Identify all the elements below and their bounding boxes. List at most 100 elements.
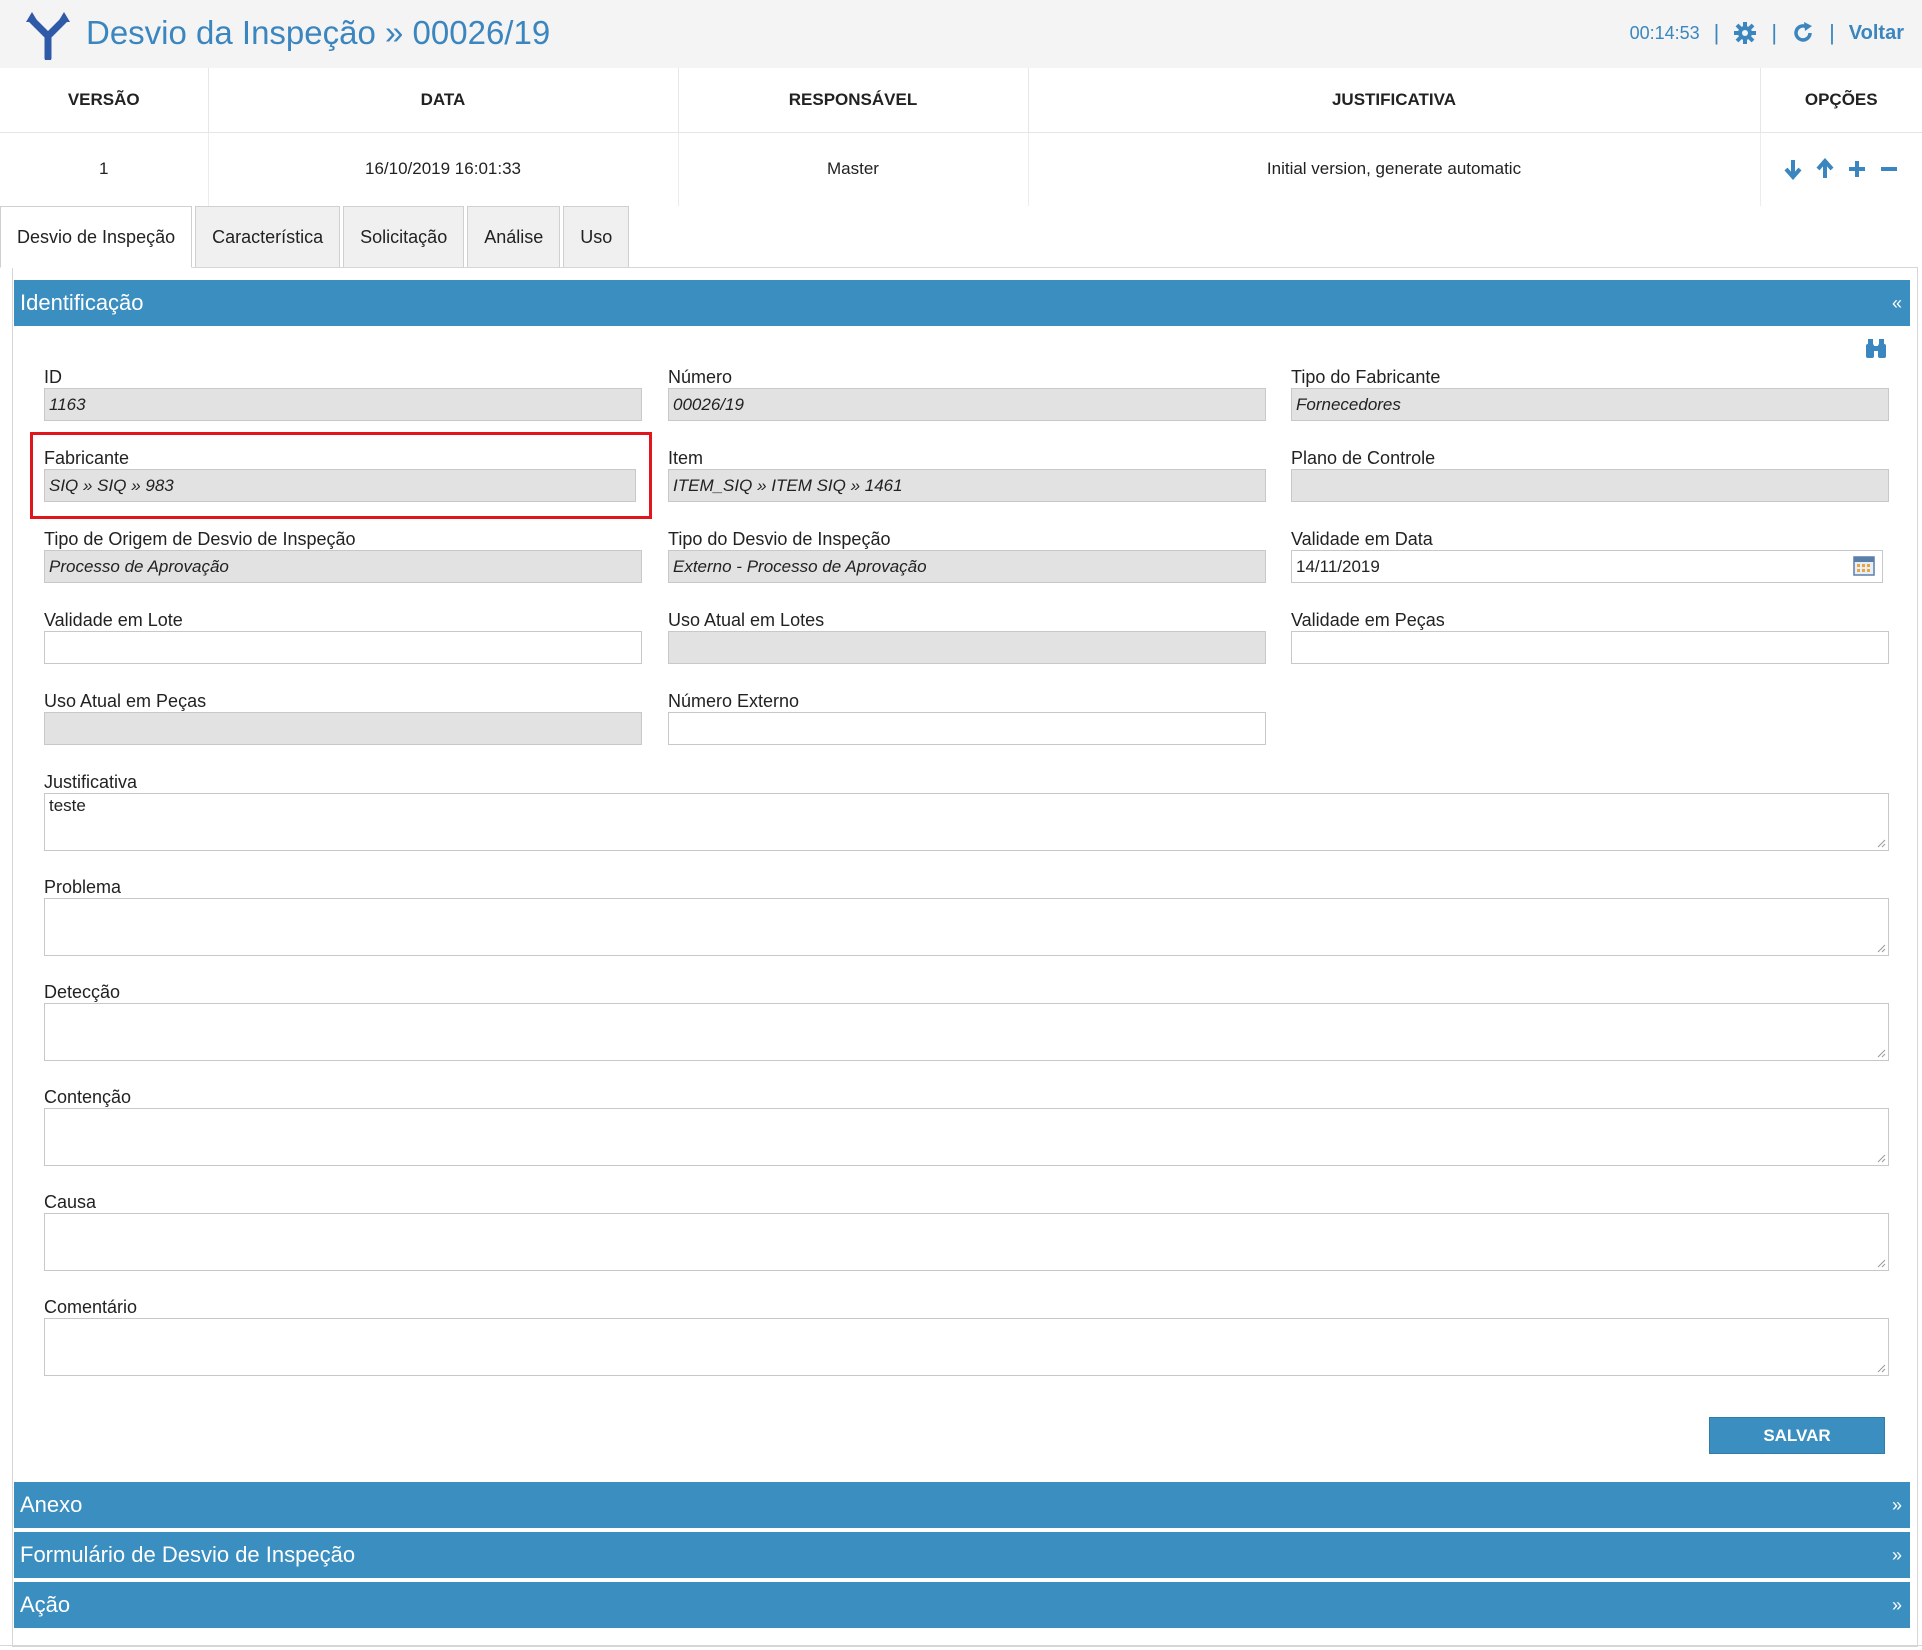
validade-lote-input[interactable] bbox=[44, 631, 642, 664]
justificativa-value: teste bbox=[49, 796, 86, 815]
resize-grip-icon[interactable] bbox=[1876, 838, 1886, 848]
col-opcoes: OPÇÕES bbox=[1760, 68, 1922, 133]
binoculars-icon[interactable] bbox=[1864, 338, 1888, 360]
cell-data: 16/10/2019 16:01:33 bbox=[208, 132, 679, 206]
problema-label: Problema bbox=[44, 877, 122, 897]
deteccao-textarea[interactable] bbox=[44, 1003, 1889, 1061]
table-header-row: VERSÃO DATA RESPONSÁVEL JUSTIFICATIVA OP… bbox=[0, 68, 1922, 133]
arrow-down-icon[interactable] bbox=[1782, 158, 1804, 181]
validade-pecas-label: Validade em Peças bbox=[1291, 610, 1445, 630]
fork-logo-icon bbox=[26, 12, 70, 60]
deteccao-label: Detecção bbox=[44, 982, 121, 1002]
section-title: Identificação bbox=[20, 290, 144, 315]
numero-externo-input[interactable] bbox=[668, 712, 1266, 745]
item-label: Item bbox=[668, 448, 704, 468]
validade-pecas-input[interactable] bbox=[1291, 631, 1889, 664]
numero-input: 00026/19 bbox=[668, 388, 1266, 421]
section-anexo[interactable]: Anexo » bbox=[14, 1482, 1910, 1528]
separator: | bbox=[1829, 20, 1835, 45]
col-data: DATA bbox=[208, 68, 679, 133]
tipo-desvio-label: Tipo do Desvio de Inspeção bbox=[668, 529, 891, 549]
tab-caracteristica[interactable]: Característica bbox=[195, 206, 341, 268]
resize-grip-icon[interactable] bbox=[1876, 1153, 1886, 1163]
col-versao: VERSÃO bbox=[0, 68, 209, 133]
justificativa-label: Justificativa bbox=[44, 772, 138, 792]
plano-controle-label: Plano de Controle bbox=[1291, 448, 1436, 468]
field-fabricante: Fabricante SIQ » SIQ » 983 bbox=[44, 447, 636, 502]
session-timer: 00:14:53 bbox=[1629, 22, 1700, 43]
back-link[interactable]: Voltar bbox=[1849, 22, 1904, 45]
field-plano-controle: Plano de Controle bbox=[1291, 447, 1889, 502]
uso-atual-lotes-input bbox=[668, 631, 1266, 664]
fabricante-input: SIQ » SIQ » 983 bbox=[44, 469, 636, 502]
numero-label: Número bbox=[668, 367, 733, 387]
tipo-fabricante-label: Tipo do Fabricante bbox=[1291, 367, 1441, 387]
field-comentario: Comentário bbox=[44, 1296, 1889, 1376]
problema-textarea[interactable] bbox=[44, 898, 1889, 956]
field-id: ID 1163 bbox=[44, 366, 642, 421]
field-item: Item ITEM_SIQ » ITEM SIQ » 1461 bbox=[668, 447, 1266, 502]
resize-grip-icon[interactable] bbox=[1876, 1363, 1886, 1373]
section-title: Formulário de Desvio de Inspeção bbox=[20, 1542, 356, 1567]
causa-textarea[interactable] bbox=[44, 1213, 1889, 1271]
tipo-origem-label: Tipo de Origem de Desvio de Inspeção bbox=[44, 529, 356, 549]
justificativa-textarea[interactable]: teste bbox=[44, 793, 1889, 851]
field-numero-externo: Número Externo bbox=[668, 690, 1266, 745]
cell-versao: 1 bbox=[0, 132, 209, 206]
fabricante-label: Fabricante bbox=[44, 448, 130, 468]
col-responsavel: RESPONSÁVEL bbox=[678, 68, 1029, 133]
tab-analise[interactable]: Análise bbox=[467, 206, 561, 268]
field-problema: Problema bbox=[44, 876, 1889, 956]
section-acao[interactable]: Ação » bbox=[14, 1582, 1910, 1628]
field-justificativa: Justificativa teste bbox=[44, 771, 1889, 851]
field-contencao: Contenção bbox=[44, 1086, 1889, 1166]
minus-icon[interactable] bbox=[1878, 158, 1900, 180]
validade-data-input[interactable]: 14/11/2019 bbox=[1291, 550, 1883, 583]
field-tipo-origem: Tipo de Origem de Desvio de Inspeção Pro… bbox=[44, 528, 642, 583]
save-button[interactable]: SALVAR bbox=[1709, 1417, 1885, 1454]
cell-opcoes bbox=[1760, 132, 1922, 206]
divider bbox=[0, 1645, 1922, 1646]
resize-grip-icon[interactable] bbox=[1876, 943, 1886, 953]
validade-data-label: Validade em Data bbox=[1291, 529, 1433, 549]
item-input: ITEM_SIQ » ITEM SIQ » 1461 bbox=[668, 469, 1266, 502]
plano-controle-input bbox=[1291, 469, 1889, 502]
comentario-textarea[interactable] bbox=[44, 1318, 1889, 1376]
resize-grip-icon[interactable] bbox=[1876, 1048, 1886, 1058]
field-deteccao: Detecção bbox=[44, 981, 1889, 1061]
contencao-textarea[interactable] bbox=[44, 1108, 1889, 1166]
uso-atual-pecas-input bbox=[44, 712, 642, 745]
page-title: Desvio da Inspeção » 00026/19 bbox=[86, 14, 551, 51]
refresh-icon[interactable] bbox=[1791, 21, 1815, 45]
tab-solicitacao[interactable]: Solicitação bbox=[343, 206, 465, 268]
calendar-icon[interactable] bbox=[1853, 556, 1875, 576]
contencao-label: Contenção bbox=[44, 1087, 132, 1107]
field-uso-atual-lotes: Uso Atual em Lotes bbox=[668, 609, 1266, 664]
tipo-fabricante-input: Fornecedores bbox=[1291, 388, 1889, 421]
collapse-icon: « bbox=[1891, 292, 1902, 313]
tab-uso[interactable]: Uso bbox=[563, 206, 630, 268]
field-tipo-desvio: Tipo do Desvio de Inspeção Externo - Pro… bbox=[668, 528, 1266, 583]
id-input: 1163 bbox=[44, 388, 642, 421]
uso-atual-lotes-label: Uso Atual em Lotes bbox=[668, 610, 825, 630]
section-identificacao[interactable]: Identificação « bbox=[14, 280, 1910, 326]
settings-icon[interactable] bbox=[1733, 21, 1757, 45]
numero-externo-label: Número Externo bbox=[668, 691, 800, 711]
top-header: Desvio da Inspeção » 00026/19 00:14:53 |… bbox=[0, 0, 1922, 68]
field-uso-atual-pecas: Uso Atual em Peças bbox=[44, 690, 642, 745]
field-numero: Número 00026/19 bbox=[668, 366, 1266, 421]
tab-desvio-inspecao[interactable]: Desvio de Inspeção bbox=[0, 206, 193, 268]
validade-lote-label: Validade em Lote bbox=[44, 610, 183, 630]
separator: | bbox=[1771, 20, 1778, 45]
plus-icon[interactable] bbox=[1846, 158, 1868, 180]
causa-label: Causa bbox=[44, 1192, 97, 1212]
section-formulario[interactable]: Formulário de Desvio de Inspeção » bbox=[14, 1532, 1910, 1578]
col-justificativa: JUSTIFICATIVA bbox=[1028, 68, 1761, 133]
resize-grip-icon[interactable] bbox=[1876, 1258, 1886, 1268]
id-label: ID bbox=[44, 367, 62, 387]
arrow-up-icon[interactable] bbox=[1814, 158, 1836, 180]
version-table: VERSÃO DATA RESPONSÁVEL JUSTIFICATIVA OP… bbox=[0, 68, 1922, 206]
table-row[interactable]: 1 16/10/2019 16:01:33 Master Initial ver… bbox=[0, 132, 1922, 206]
field-validade-lote: Validade em Lote bbox=[44, 609, 642, 664]
field-validade-pecas: Validade em Peças bbox=[1291, 609, 1889, 664]
